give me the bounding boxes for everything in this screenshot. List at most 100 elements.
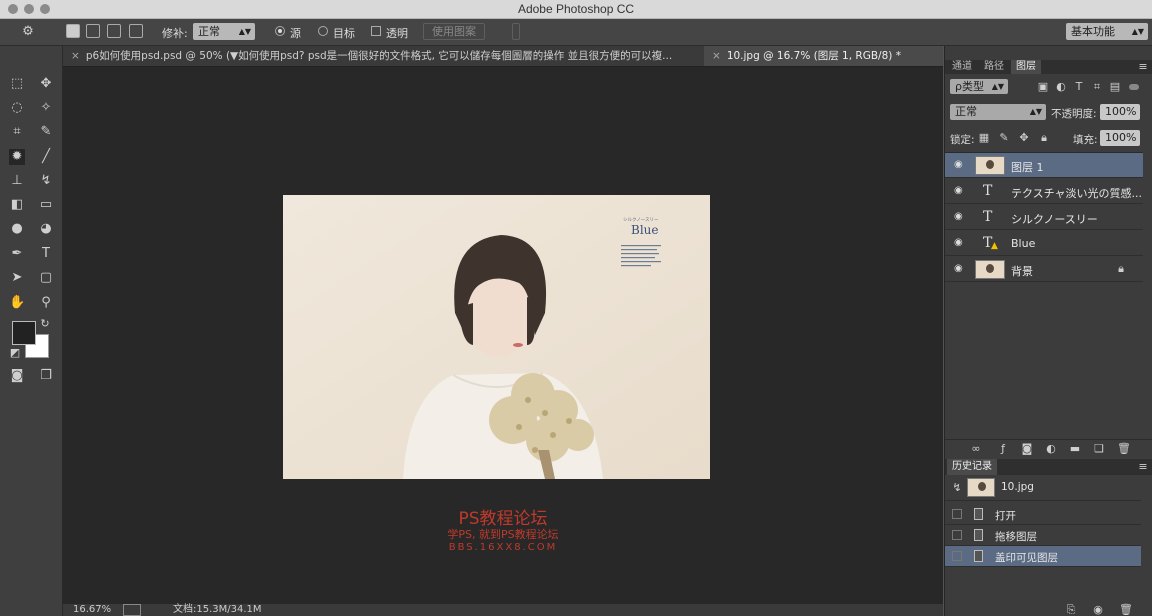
workspace-select[interactable]: 基本功能 ▲▼ bbox=[1066, 23, 1148, 40]
zoom-level[interactable]: 16.67% bbox=[73, 604, 111, 616]
tab-p6-psd[interactable]: × p6如何使用psd.psd @ 50% (▼如何使用psd? psd是一個很好… bbox=[63, 46, 703, 66]
layer-style-icon[interactable]: ƒ bbox=[997, 443, 1009, 455]
marquee-tool-icon[interactable]: ⬚ bbox=[9, 76, 25, 92]
new-layer-icon[interactable]: ❏ bbox=[1093, 443, 1105, 455]
swap-colors-icon[interactable]: ↻ bbox=[39, 318, 51, 330]
filter-type-icon[interactable]: T bbox=[1073, 81, 1085, 93]
blend-mode-select[interactable]: 正常 ▲▼ bbox=[950, 104, 1046, 120]
panel-menu-icon[interactable]: ≡ bbox=[1137, 461, 1149, 473]
add-mask-icon[interactable]: ◙ bbox=[1021, 443, 1033, 455]
lock-position-icon[interactable]: ✥ bbox=[1018, 132, 1030, 144]
history-item[interactable]: 盖印可见图层 bbox=[945, 546, 1141, 567]
stamp-tool-icon[interactable]: ⊥ bbox=[9, 173, 25, 189]
tab-channels[interactable]: 通道 bbox=[947, 60, 977, 74]
add-selection-icon[interactable] bbox=[86, 24, 100, 38]
default-colors-icon[interactable]: ◩ bbox=[9, 347, 21, 359]
filter-pixel-icon[interactable]: ▣ bbox=[1037, 81, 1049, 93]
layer-name: シルクノースリー bbox=[1011, 213, 1098, 226]
target-radio[interactable] bbox=[318, 26, 328, 36]
crop-tool-icon[interactable]: ⌗ bbox=[9, 124, 25, 140]
move-tool-icon[interactable]: ✥ bbox=[38, 76, 54, 92]
chevron-updown-icon: ▲▼ bbox=[1029, 107, 1042, 116]
use-pattern-button[interactable]: 使用图案 bbox=[423, 23, 485, 40]
layer-row[interactable]: ◉ T ▲ Blue bbox=[945, 231, 1143, 256]
text-layer-icon: T bbox=[983, 183, 993, 199]
dodge-tool-icon[interactable]: ◕ bbox=[38, 221, 54, 237]
filter-adjustment-icon[interactable]: ◐ bbox=[1055, 81, 1067, 93]
history-brush-icon[interactable]: ↯ bbox=[951, 482, 963, 494]
layer-row[interactable]: ◉ 背景 🔒︎ bbox=[945, 257, 1143, 282]
eyedropper-tool-icon[interactable]: ✎ bbox=[38, 124, 54, 140]
snapshot-name: 10.jpg bbox=[1001, 481, 1034, 493]
patch-mode-select[interactable]: 正常 ▲▼ bbox=[193, 23, 255, 40]
visibility-eye-icon[interactable]: ◉ bbox=[954, 238, 964, 248]
filter-shape-icon[interactable]: ⌗ bbox=[1091, 81, 1103, 93]
fill-input[interactable]: 100% bbox=[1100, 130, 1140, 146]
visibility-eye-icon[interactable]: ◉ bbox=[954, 160, 964, 170]
screen-mode-icon[interactable]: ❐ bbox=[38, 368, 54, 384]
history-item[interactable]: 拖移图层 bbox=[945, 525, 1141, 546]
filter-toggle-icon[interactable] bbox=[1129, 84, 1139, 90]
brush-tool-icon[interactable]: ╱ bbox=[38, 149, 54, 165]
layer-filter-select[interactable]: ρ类型 ▲▼ bbox=[950, 79, 1008, 94]
hand-tool-icon[interactable]: ✋ bbox=[9, 295, 25, 311]
panel-menu-icon[interactable]: ≡ bbox=[1137, 61, 1149, 73]
quick-mask-icon[interactable]: ◙ bbox=[9, 368, 25, 384]
transparent-checkbox[interactable] bbox=[371, 26, 381, 36]
delete-state-icon[interactable]: 🗑︎ bbox=[1119, 604, 1133, 616]
lasso-tool-icon[interactable]: ◌ bbox=[9, 100, 25, 116]
document-canvas[interactable]: シルクノースリー Blue bbox=[283, 195, 710, 479]
new-selection-icon[interactable] bbox=[66, 24, 80, 38]
opacity-input[interactable]: 100% bbox=[1100, 104, 1140, 120]
subtract-selection-icon[interactable] bbox=[107, 24, 121, 38]
type-tool-icon[interactable]: T bbox=[38, 246, 54, 262]
lock-all-icon[interactable]: 🔒︎ bbox=[1038, 132, 1050, 144]
history-source-checkbox[interactable] bbox=[952, 509, 962, 519]
new-group-icon[interactable]: ▬ bbox=[1069, 443, 1081, 455]
visibility-eye-icon[interactable]: ◉ bbox=[954, 264, 964, 274]
patch-tool-icon[interactable]: ✹ bbox=[9, 149, 25, 165]
shape-tool-icon[interactable]: ▢ bbox=[38, 270, 54, 286]
path-select-tool-icon[interactable]: ➤ bbox=[9, 270, 25, 286]
tab-history[interactable]: 历史记录 bbox=[947, 459, 997, 475]
magic-wand-tool-icon[interactable]: ✧ bbox=[38, 100, 54, 116]
pattern-swatch[interactable] bbox=[512, 23, 520, 40]
eraser-tool-icon[interactable]: ◧ bbox=[9, 197, 25, 213]
delete-layer-icon[interactable]: 🗑︎ bbox=[1117, 443, 1131, 455]
link-layers-icon[interactable]: ∞ bbox=[970, 443, 982, 455]
tab-layers[interactable]: 图层 bbox=[1011, 60, 1041, 74]
tab-10-jpg[interactable]: × 10.jpg @ 16.7% (图层 1, RGB/8) * bbox=[704, 46, 943, 66]
history-source-checkbox[interactable] bbox=[952, 530, 962, 540]
filter-smart-object-icon[interactable]: ▤ bbox=[1109, 81, 1121, 93]
new-document-from-state-icon[interactable]: ⎘ bbox=[1065, 604, 1077, 616]
title-bar: Adobe Photoshop CC bbox=[0, 0, 1152, 19]
layer-row[interactable]: ◉ 图层 1 bbox=[945, 153, 1143, 178]
gradient-tool-icon[interactable]: ▭ bbox=[38, 197, 54, 213]
new-snapshot-icon[interactable]: ◉ bbox=[1092, 604, 1104, 616]
history-source-checkbox[interactable] bbox=[952, 551, 962, 561]
zoom-tool-icon[interactable]: ⚲ bbox=[38, 295, 54, 311]
source-radio[interactable] bbox=[275, 26, 285, 36]
layer-row[interactable]: ◉ T シルクノースリー bbox=[945, 205, 1143, 230]
close-tab-icon[interactable]: × bbox=[71, 50, 80, 62]
foreground-color-swatch[interactable] bbox=[12, 321, 36, 345]
patch-tool-preset-icon[interactable]: ⚙ bbox=[20, 24, 36, 40]
patch-label: 修补: bbox=[162, 27, 188, 40]
adjustment-layer-icon[interactable]: ◐ bbox=[1045, 443, 1057, 455]
lock-transparent-icon[interactable]: ▦ bbox=[978, 132, 990, 144]
lock-image-icon[interactable]: ✎ bbox=[998, 132, 1010, 144]
close-tab-icon[interactable]: × bbox=[712, 50, 721, 62]
blur-tool-icon[interactable]: ● bbox=[9, 221, 25, 237]
history-item[interactable]: 打开 bbox=[945, 504, 1141, 525]
history-snapshot[interactable]: ↯ 10.jpg bbox=[945, 476, 1141, 501]
intersect-selection-icon[interactable] bbox=[129, 24, 143, 38]
tab-paths[interactable]: 路径 bbox=[979, 60, 1009, 74]
layer-row[interactable]: ◉ T テクスチャ淡い光の質感... bbox=[945, 179, 1143, 204]
history-brush-tool-icon[interactable]: ↯ bbox=[38, 173, 54, 189]
chevron-updown-icon: ▲▼ bbox=[1131, 27, 1144, 36]
status-menu-icon[interactable] bbox=[123, 604, 141, 616]
pen-tool-icon[interactable]: ✒ bbox=[9, 246, 25, 262]
visibility-eye-icon[interactable]: ◉ bbox=[954, 212, 964, 222]
layer-filter-value: ρ类型 bbox=[955, 80, 984, 93]
visibility-eye-icon[interactable]: ◉ bbox=[954, 186, 964, 196]
